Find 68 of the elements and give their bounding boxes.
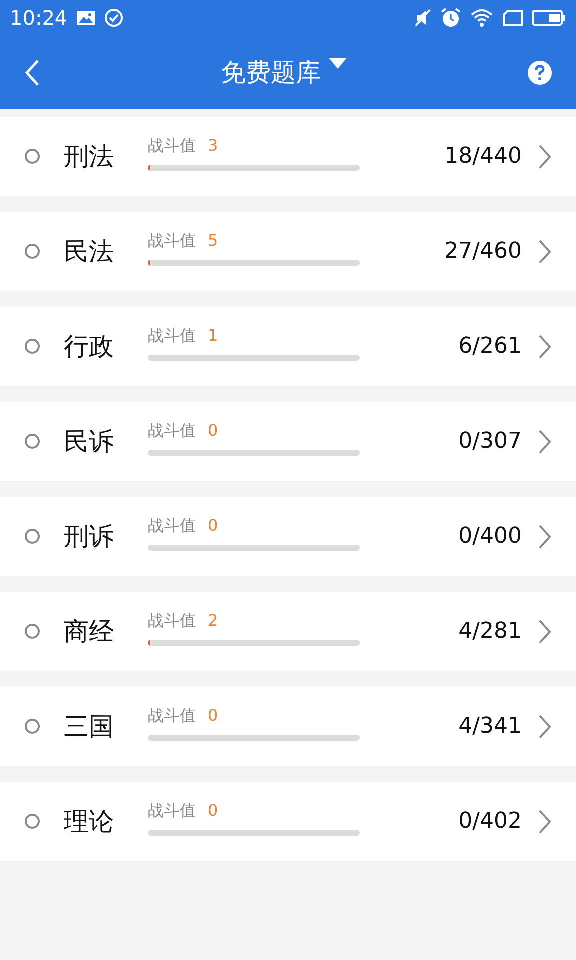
chevron-right-icon (538, 524, 552, 550)
score-value: 0 (208, 801, 218, 820)
chevron-right-icon (538, 618, 552, 644)
sim-icon (502, 9, 524, 27)
radio-icon (25, 434, 40, 449)
radio-icon (25, 814, 40, 829)
mute-icon (414, 8, 432, 28)
score-label: 战斗值 (148, 231, 196, 252)
progress-count: 4/281 (458, 619, 522, 644)
help-icon[interactable] (528, 60, 552, 84)
subject-row[interactable]: 三国 战斗值 0 4/341 (0, 687, 576, 766)
check-circle-icon (104, 8, 124, 28)
page-title[interactable]: 免费题库 (221, 56, 321, 89)
subject-name: 民法 (64, 236, 115, 268)
score-label: 战斗值 (148, 326, 196, 347)
score-value: 3 (208, 136, 218, 155)
progress-count: 6/261 (458, 334, 522, 359)
progress-count: 18/440 (444, 144, 522, 169)
alarm-icon (440, 7, 462, 29)
radio-icon (25, 149, 40, 164)
wifi-icon (470, 8, 494, 28)
subject-name: 刑诉 (64, 521, 115, 553)
progress-count: 0/400 (458, 524, 522, 549)
score-value: 0 (208, 706, 218, 725)
radio-icon (25, 339, 40, 354)
subject-row[interactable]: 理论 战斗值 0 0/402 (0, 782, 576, 861)
progress-count: 27/460 (444, 239, 522, 264)
progress-count: 0/307 (458, 429, 522, 454)
chevron-right-icon (538, 714, 552, 740)
radio-icon (25, 719, 40, 734)
chevron-right-icon (538, 808, 552, 834)
score-value: 2 (208, 611, 218, 630)
score-label: 战斗值 (148, 136, 196, 157)
score-label: 战斗值 (148, 801, 196, 822)
radio-icon (25, 244, 40, 259)
battery-icon (532, 9, 566, 27)
chevron-right-icon (538, 334, 552, 360)
status-time: 10:24 (10, 6, 68, 30)
score-value: 0 (208, 516, 218, 535)
progress-count: 0/402 (458, 809, 522, 834)
radio-icon (25, 529, 40, 544)
score-label: 战斗值 (148, 421, 196, 442)
back-icon[interactable] (24, 58, 40, 86)
subject-row[interactable]: 民诉 战斗值 0 0/307 (0, 402, 576, 481)
subject-row[interactable]: 民法 战斗值 5 27/460 (0, 212, 576, 291)
chevron-right-icon (538, 238, 552, 264)
score-label: 战斗值 (148, 611, 196, 632)
dropdown-icon[interactable] (329, 58, 347, 70)
chevron-right-icon (538, 144, 552, 170)
radio-icon (25, 624, 40, 639)
subject-name: 行政 (64, 331, 115, 363)
subject-name: 三国 (64, 711, 115, 743)
image-icon (76, 10, 96, 26)
progress-count: 4/341 (458, 714, 522, 739)
subject-name: 民诉 (64, 426, 115, 458)
score-value: 1 (208, 326, 218, 345)
subject-name: 刑法 (64, 141, 115, 173)
subject-row[interactable]: 行政 战斗值 1 6/261 (0, 307, 576, 386)
subject-name: 商经 (64, 616, 115, 648)
subject-row[interactable]: 刑法 战斗值 3 18/440 (0, 117, 576, 196)
score-value: 5 (208, 231, 218, 250)
score-label: 战斗值 (148, 706, 196, 727)
score-value: 0 (208, 421, 218, 440)
score-label: 战斗值 (148, 516, 196, 537)
subject-row[interactable]: 刑诉 战斗值 0 0/400 (0, 497, 576, 576)
chevron-right-icon (538, 428, 552, 454)
subject-row[interactable]: 商经 战斗值 2 4/281 (0, 592, 576, 671)
subject-name: 理论 (64, 806, 115, 838)
